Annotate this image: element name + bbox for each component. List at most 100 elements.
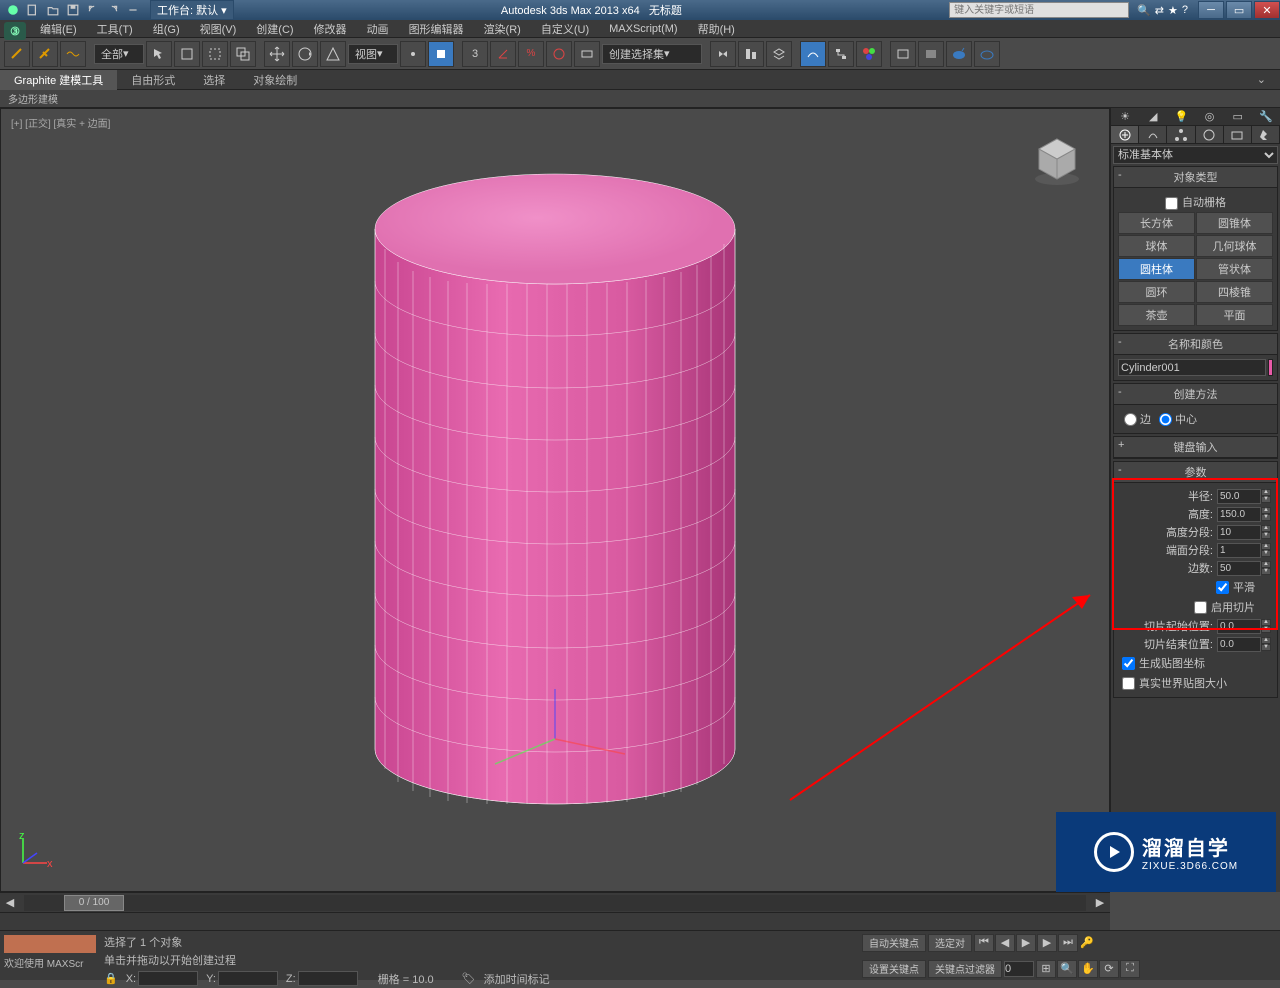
menu-help[interactable]: 帮助(H) xyxy=(688,19,745,39)
app-logo-icon[interactable]: ③ xyxy=(4,22,26,40)
undo-icon[interactable] xyxy=(84,2,102,18)
viewcube[interactable] xyxy=(1027,131,1087,191)
prim-teapot[interactable]: 茶壶 xyxy=(1118,304,1195,326)
help-icon[interactable]: ? xyxy=(1182,4,1188,16)
menu-edit[interactable]: 编辑(E) xyxy=(30,19,87,39)
hierarchy-tab[interactable] xyxy=(1167,126,1195,143)
height-input[interactable] xyxy=(1217,507,1261,522)
rendered-frame-icon[interactable] xyxy=(918,41,944,67)
angle-snap-icon[interactable] xyxy=(490,41,516,67)
radius-spin-up[interactable]: ▲ xyxy=(1261,489,1271,496)
ribbon-expand-icon[interactable]: ⌄ xyxy=(1243,71,1280,88)
prim-geosphere[interactable]: 几何球体 xyxy=(1196,235,1273,257)
rollout-header-objtype[interactable]: -对象类型 xyxy=(1114,167,1277,188)
z-coord-input[interactable] xyxy=(298,971,358,986)
sides-spin-up[interactable]: ▲ xyxy=(1261,561,1271,568)
menu-grapheditors[interactable]: 图形编辑器 xyxy=(399,19,474,39)
height-spin-up[interactable]: ▲ xyxy=(1261,507,1271,514)
object-name-input[interactable] xyxy=(1118,359,1266,376)
new-icon[interactable] xyxy=(24,2,42,18)
slice-to-input[interactable] xyxy=(1217,637,1261,652)
y-coord-input[interactable] xyxy=(218,971,278,986)
script-listener[interactable] xyxy=(4,935,96,953)
real-world-checkbox[interactable] xyxy=(1122,677,1135,690)
prim-tube[interactable]: 管状体 xyxy=(1196,258,1273,280)
hseg-spin-up[interactable]: ▲ xyxy=(1261,525,1271,532)
prev-frame-icon[interactable]: ◀ xyxy=(995,934,1015,952)
search-icon[interactable]: 🔍 xyxy=(1137,4,1151,17)
goto-end-icon[interactable]: ⏭ xyxy=(1058,934,1078,952)
rollout-header-params[interactable]: -参数 xyxy=(1114,462,1277,483)
pivot-center-icon[interactable] xyxy=(400,41,426,67)
prim-cylinder[interactable]: 圆柱体 xyxy=(1118,258,1195,280)
favorite-icon[interactable]: ★ xyxy=(1168,4,1178,17)
maximize-button[interactable]: ▭ xyxy=(1226,1,1252,19)
ribbon-tab-graphite[interactable]: Graphite 建模工具 xyxy=(0,70,117,90)
select-manipulate-icon[interactable] xyxy=(428,41,454,67)
unlink-tool-icon[interactable] xyxy=(32,41,58,67)
minimize-button[interactable]: ─ xyxy=(1198,1,1224,19)
select-name-icon[interactable] xyxy=(174,41,200,67)
utilities-icon[interactable]: 🔧 xyxy=(1257,109,1275,125)
time-slider-thumb[interactable]: 0 / 100 xyxy=(64,895,124,911)
setkey-button[interactable]: 设置关键点 xyxy=(862,960,926,978)
next-frame-icon[interactable]: ▶ xyxy=(1037,934,1057,952)
viewport-shading-icon[interactable]: ◢ xyxy=(1144,109,1162,125)
rollout-header-creation[interactable]: -创建方法 xyxy=(1114,384,1277,405)
track-bar[interactable] xyxy=(0,912,1110,930)
menu-create[interactable]: 创建(C) xyxy=(246,19,303,39)
close-button[interactable]: ✕ xyxy=(1254,1,1280,19)
add-time-tag[interactable]: 添加时间标记 xyxy=(484,971,550,987)
menu-views[interactable]: 视图(V) xyxy=(190,19,247,39)
app-menu-icon[interactable] xyxy=(4,2,22,18)
display-icon[interactable]: ▭ xyxy=(1229,109,1247,125)
save-icon[interactable] xyxy=(64,2,82,18)
x-coord-input[interactable] xyxy=(138,971,198,986)
autokey-button[interactable]: 自动关键点 xyxy=(862,934,926,952)
gen-uv-checkbox[interactable] xyxy=(1122,657,1135,670)
sides-input[interactable] xyxy=(1217,561,1261,576)
menu-customize[interactable]: 自定义(U) xyxy=(531,19,599,39)
link-tool-icon[interactable] xyxy=(4,41,30,67)
mirror-icon[interactable] xyxy=(710,41,736,67)
workspace-dropdown[interactable]: 工作台: 默认 ▾ xyxy=(150,0,234,20)
camera-icon[interactable]: ◎ xyxy=(1201,109,1219,125)
link-icon[interactable] xyxy=(124,2,142,18)
smooth-checkbox[interactable] xyxy=(1216,581,1229,594)
ref-coord-dropdown[interactable]: 视图 ▾ xyxy=(348,44,398,64)
radius-input[interactable] xyxy=(1217,489,1261,504)
ribbon-panel[interactable]: 多边形建模 xyxy=(0,90,1280,108)
utilities-tab[interactable] xyxy=(1252,126,1280,143)
cseg-spin-down[interactable]: ▼ xyxy=(1261,550,1271,557)
prim-torus[interactable]: 圆环 xyxy=(1118,281,1195,303)
bind-spacewarp-icon[interactable] xyxy=(60,41,86,67)
prim-sphere[interactable]: 球体 xyxy=(1118,235,1195,257)
motion-tab[interactable] xyxy=(1196,126,1224,143)
cseg-input[interactable] xyxy=(1217,543,1261,558)
select-region-icon[interactable] xyxy=(202,41,228,67)
prim-cone[interactable]: 圆锥体 xyxy=(1196,212,1273,234)
align-icon[interactable] xyxy=(738,41,764,67)
menu-animation[interactable]: 动画 xyxy=(357,19,399,39)
sides-spin-down[interactable]: ▼ xyxy=(1261,568,1271,575)
prim-pyramid[interactable]: 四棱锥 xyxy=(1196,281,1273,303)
curve-editor-icon[interactable] xyxy=(800,41,826,67)
prim-box[interactable]: 长方体 xyxy=(1118,212,1195,234)
prim-plane[interactable]: 平面 xyxy=(1196,304,1273,326)
viewport-label[interactable]: [+] [正交] [真实 + 边面] xyxy=(11,115,110,130)
category-dropdown[interactable]: 标准基本体 xyxy=(1113,146,1278,164)
lock-selection-icon[interactable]: 🔒 xyxy=(104,972,118,985)
rollout-header-keyboard[interactable]: +键盘输入 xyxy=(1114,437,1277,458)
rotate-tool-icon[interactable] xyxy=(292,41,318,67)
viewport[interactable]: [+] [正交] [真实 + 边面] xyxy=(0,108,1110,892)
percent-snap-icon[interactable]: % xyxy=(518,41,544,67)
layers-icon[interactable] xyxy=(766,41,792,67)
move-tool-icon[interactable] xyxy=(264,41,290,67)
snap-toggle-icon[interactable]: 3 xyxy=(462,41,488,67)
render-setup-icon[interactable] xyxy=(890,41,916,67)
menu-tools[interactable]: 工具(T) xyxy=(87,19,143,39)
play-icon[interactable]: ▶ xyxy=(1016,934,1036,952)
menu-rendering[interactable]: 渲染(R) xyxy=(474,19,531,39)
time-slider[interactable]: ◀ 0 / 100 ▶ xyxy=(0,892,1110,912)
maximize-viewport-icon[interactable]: ⛶ xyxy=(1120,960,1140,978)
